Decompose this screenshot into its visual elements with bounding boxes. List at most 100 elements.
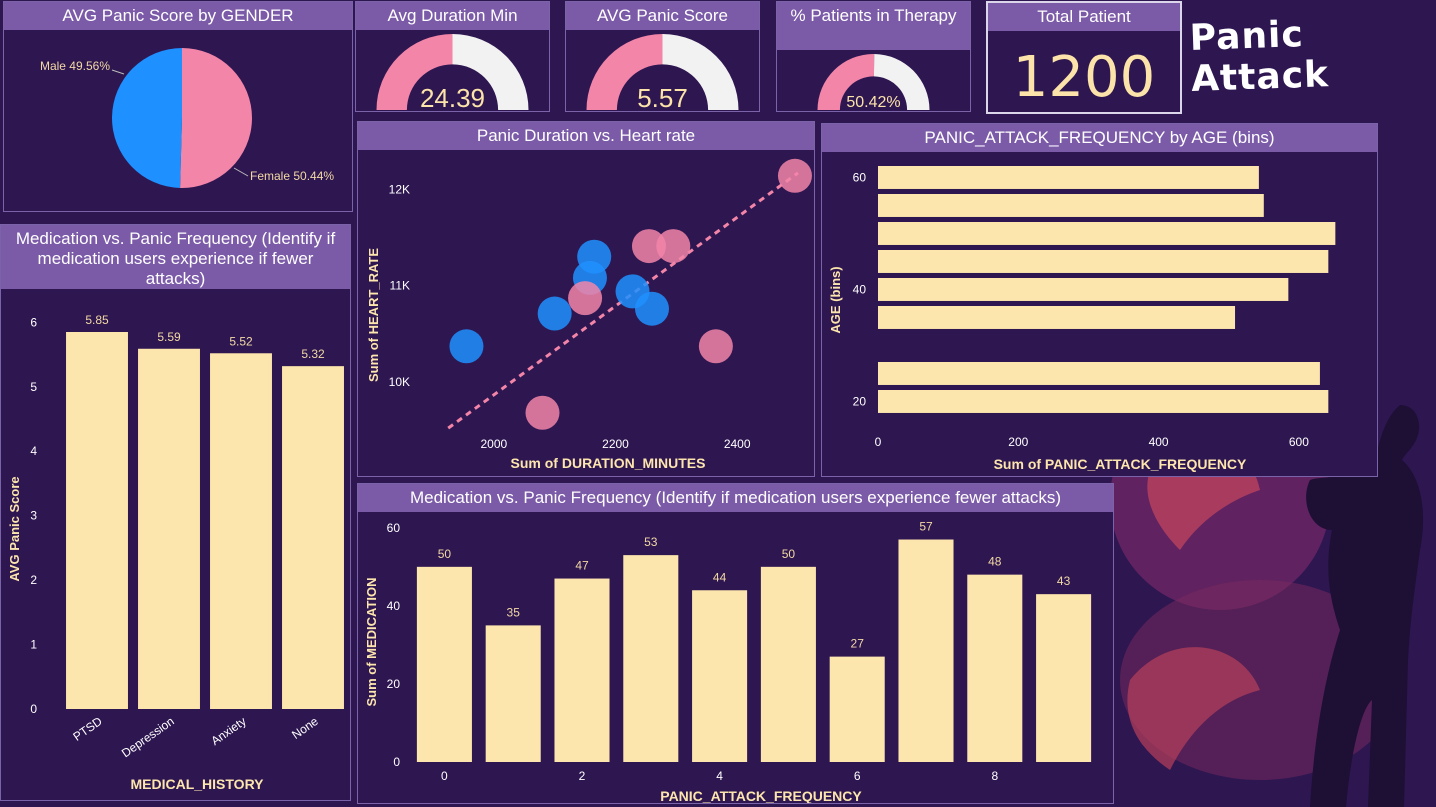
avg-panic-gauge: 5.57 <box>586 34 739 112</box>
x-axis-title: MEDICAL_HISTORY <box>130 776 264 792</box>
y-tick-label: 1 <box>30 638 37 652</box>
data-label: 5.52 <box>229 334 253 348</box>
scatter-point-female <box>777 158 812 193</box>
y-axis-title: AVG Panic Score <box>7 476 22 581</box>
bar <box>878 278 1289 301</box>
kpi-total: Total Patient 1200 <box>986 1 1182 114</box>
x-axis-title: Sum of PANIC_ATTACK_FREQUENCY <box>994 456 1247 472</box>
x-tick-label: 2000 <box>480 437 507 451</box>
y-tick-label: 2 <box>30 573 37 587</box>
scatter-point-female <box>525 395 560 430</box>
bar <box>554 578 610 762</box>
x-tick-label: 4 <box>716 769 723 783</box>
kpi-total-title: Total Patient <box>988 3 1180 31</box>
scatter-point-female <box>656 229 691 264</box>
data-label: 5.32 <box>301 347 325 361</box>
brand-title: Panic Attack <box>1189 14 1330 100</box>
scatter-panel: Panic Duration vs. Heart rate 10K 11K 12K 2… <box>357 121 815 477</box>
x-tick-label: Anxiety <box>208 714 248 748</box>
bar <box>878 194 1264 217</box>
med-history-chart: 0 1 2 3 4 5 6 5.85 PTSD 5.59 Depression 5.52 Anxiety… <box>7 313 344 792</box>
x-tick-label: 8 <box>991 769 998 783</box>
avg-duration-gauge: 24.39 <box>376 34 529 112</box>
kpi-avg-panic-title: AVG Panic Score <box>566 2 759 30</box>
bar <box>66 332 128 709</box>
pie-slice-female <box>180 48 252 188</box>
y-tick-label: 60 <box>853 170 867 184</box>
gauge-value: 5.57 <box>637 83 688 112</box>
bar <box>138 348 200 709</box>
data-label: 43 <box>1057 574 1071 588</box>
kpi-therapy: % Patients in Therapy 50.42% <box>776 1 971 112</box>
kpi-avg-panic: AVG Panic Score 5.57 <box>565 1 760 112</box>
data-label: 5.85 <box>85 313 109 327</box>
y-tick-label: 10K <box>389 375 410 389</box>
bar <box>878 222 1336 245</box>
data-label: 47 <box>575 559 589 573</box>
data-label: 35 <box>507 605 521 619</box>
scatter-point-male <box>449 329 484 364</box>
pie-leader-male <box>111 69 125 75</box>
y-axis-title: Sum of HEART_RATE <box>366 248 381 382</box>
x-axis-title: Sum of DURATION_MINUTES <box>511 455 706 471</box>
data-label: 57 <box>919 520 933 534</box>
med-history-title: Medication vs. Panic Frequency (Identify… <box>1 225 350 289</box>
med-history-panel: Medication vs. Panic Frequency (Identify… <box>0 224 351 801</box>
bar <box>485 625 541 762</box>
scatter-title: Panic Duration vs. Heart rate <box>358 122 814 150</box>
pie-slice-male <box>111 48 182 188</box>
kpi-total-value: 1200 <box>1012 45 1156 110</box>
x-axis-title: PANIC_ATTACK_FREQUENCY <box>660 788 862 803</box>
bar <box>967 574 1023 762</box>
kpi-therapy-title: % Patients in Therapy <box>777 2 970 50</box>
x-tick-label: 0 <box>875 435 882 449</box>
y-tick-label: 60 <box>387 521 401 535</box>
y-tick-label: 40 <box>387 599 401 613</box>
scatter-point-male <box>635 291 669 326</box>
bar <box>878 306 1236 329</box>
pie-label-female: Female 50.44% <box>250 169 334 183</box>
data-label: 48 <box>988 555 1002 569</box>
x-tick-label: 6 <box>854 769 861 783</box>
pie-label-male: Male 49.56% <box>40 59 110 73</box>
y-tick-label: 4 <box>30 444 37 458</box>
bar <box>760 566 816 762</box>
y-tick-label: 11K <box>390 279 410 293</box>
gauge-value: 24.39 <box>420 83 485 112</box>
x-tick-label: 200 <box>1008 435 1028 449</box>
bar <box>898 539 954 762</box>
data-label: 53 <box>644 535 658 549</box>
bar <box>878 362 1320 385</box>
x-tick-label: 400 <box>1149 435 1169 449</box>
age-panel: PANIC_ATTACK_FREQUENCY by AGE (bins) 60 4… <box>821 123 1378 477</box>
med-freq-chart: 0 20 40 60 50 35 47 53 44 50 27 57 48 43 0 2 4 6 8 PANIC_AT… <box>364 520 1092 803</box>
kpi-avg-duration: Avg Duration Min 24.39 <box>355 1 550 112</box>
x-tick-label: 0 <box>441 769 448 783</box>
x-tick-label: Depression <box>119 714 177 760</box>
y-axis-title: AGE (bins) <box>828 266 843 333</box>
med-freq-title: Medication vs. Panic Frequency (Identify… <box>358 484 1113 512</box>
y-tick-label: 20 <box>387 677 401 691</box>
x-tick-label: None <box>289 714 321 742</box>
x-tick-label: 2400 <box>724 437 751 451</box>
y-axis-title: Sum of MEDICATION <box>364 577 379 706</box>
bar <box>878 166 1259 189</box>
gender-pie-chart: Male 49.56% Female 50.44% <box>40 48 334 188</box>
scatter-chart: 10K 11K 12K 2000 2200 2400 Sum of DURATION_MIN… <box>366 158 812 471</box>
scatter-point-male <box>537 296 572 331</box>
gender-panel: AVG Panic Score by GENDER Male 49.56% Fem… <box>3 1 353 212</box>
x-tick-label: 2 <box>579 769 586 783</box>
bar <box>210 353 272 709</box>
med-freq-panel: Medication vs. Panic Frequency (Identify… <box>357 483 1114 804</box>
y-tick-label: 6 <box>30 315 37 329</box>
data-label: 50 <box>782 547 796 561</box>
age-title: PANIC_ATTACK_FREQUENCY by AGE (bins) <box>822 124 1377 152</box>
y-tick-label: 3 <box>30 509 37 523</box>
data-label: 27 <box>851 637 865 651</box>
y-tick-label: 12K <box>389 182 410 196</box>
bar <box>692 590 748 762</box>
bar <box>623 555 679 762</box>
data-label: 5.59 <box>157 330 181 344</box>
scatter-point-female <box>698 329 733 364</box>
y-tick-label: 0 <box>30 702 37 716</box>
